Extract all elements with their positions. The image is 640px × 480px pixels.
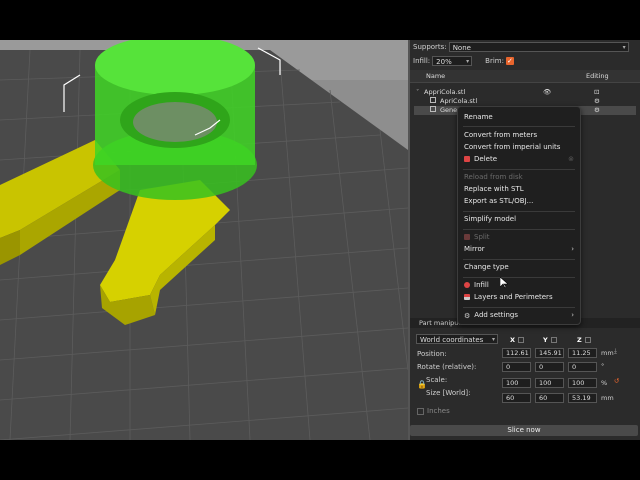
supports-select[interactable]: None ▾ — [448, 42, 629, 52]
rotate-y-input[interactable]: 0 — [535, 362, 564, 372]
axis-z: Z — [577, 336, 591, 344]
supports-row: Supports: None ▾ — [413, 42, 629, 52]
object-list-header: Name Editing — [410, 70, 640, 83]
gear-icon: ⚙ — [464, 312, 471, 320]
mouse-cursor-icon — [500, 277, 508, 289]
object-row[interactable]: ˅ AppriCola.stl 👁 ⊡ — [414, 88, 636, 97]
supports-label: Supports: — [413, 43, 447, 51]
menu-separator — [463, 307, 575, 308]
menu-item-label: Infill — [474, 281, 489, 289]
edit-icon[interactable]: ⊡ — [594, 88, 599, 96]
inches-checkbox[interactable] — [417, 407, 424, 415]
menu-item-convert-meters[interactable]: Convert from meters — [458, 130, 580, 141]
infill-select[interactable]: 20% ▾ — [432, 56, 473, 66]
settings-icon[interactable]: ⚙ — [594, 106, 600, 114]
menu-separator — [463, 169, 575, 170]
menu-separator — [463, 277, 575, 278]
object-label: AppriCola.stl — [424, 88, 466, 96]
inches-label: Inches — [427, 407, 450, 415]
menu-item-replace-stl[interactable]: Replace with STL — [458, 184, 580, 195]
axis-y: Y — [543, 336, 557, 344]
bed-scene — [0, 40, 408, 440]
infill-icon — [464, 282, 470, 288]
infill-value: 20% — [436, 58, 452, 66]
position-label: Position: — [417, 350, 447, 358]
menu-separator — [463, 211, 575, 212]
scale-unit: % — [601, 379, 608, 387]
rotate-x-input[interactable]: 0 — [502, 362, 531, 372]
menu-separator — [463, 259, 575, 260]
menu-item-mirror[interactable]: Mirror › — [458, 244, 580, 255]
object-row[interactable]: ApriCola.stl ⚙ — [414, 97, 636, 106]
expand-chevron-icon[interactable]: ˅ — [416, 88, 419, 96]
chevron-right-icon: › — [571, 311, 574, 319]
settings-icon[interactable]: ⚙ — [594, 97, 600, 105]
3d-viewport[interactable] — [0, 40, 408, 440]
position-y-input[interactable]: 145.91 — [535, 348, 564, 358]
scale-z-input[interactable]: 100 — [568, 378, 597, 388]
menu-item-label: Add settings — [474, 311, 518, 319]
menu-item-export[interactable]: Export as STL/OBJ... — [458, 196, 580, 207]
column-editing[interactable]: Editing — [586, 72, 609, 80]
position-x-input[interactable]: 112.61 — [502, 348, 531, 358]
reset-scale-icon[interactable]: ↺ — [614, 377, 619, 385]
context-menu: Rename Convert from meters Convert from … — [457, 106, 581, 325]
eye-icon[interactable]: 👁 — [543, 88, 551, 96]
menu-item-label: Mirror — [464, 245, 485, 253]
position-z-input[interactable]: 11.25 — [568, 348, 597, 358]
axis-x: X — [510, 336, 525, 344]
menu-item-layers-perimeters[interactable]: Layers and Perimeters — [458, 292, 580, 303]
trash-icon — [464, 156, 470, 162]
size-z-input[interactable]: 53.19 — [568, 393, 597, 403]
part-icon — [430, 97, 436, 103]
part-icon — [430, 106, 436, 112]
drop-to-bed-icon[interactable]: ⤓ — [614, 347, 617, 356]
chevron-right-icon: › — [571, 245, 574, 253]
menu-separator — [463, 126, 575, 127]
menu-item-delete[interactable]: Delete ⊗ — [458, 154, 580, 165]
menu-item-infill[interactable]: Infill — [458, 280, 580, 291]
chevron-down-icon: ▾ — [622, 44, 626, 51]
part-label: Gene — [440, 106, 458, 114]
coordinates-select[interactable]: World coordinates ▾ — [416, 334, 498, 344]
rotate-z-input[interactable]: 0 — [568, 362, 597, 372]
size-unit: mm — [601, 394, 614, 402]
menu-item-simplify[interactable]: Simplify model — [458, 214, 580, 225]
menu-item-split: Split — [458, 232, 580, 243]
menu-item-change-type[interactable]: Change type — [458, 262, 580, 273]
layers-icon — [464, 294, 470, 300]
chevron-down-icon: ▾ — [466, 58, 470, 65]
size-y-input[interactable]: 60 — [535, 393, 564, 403]
inches-row: Inches — [417, 407, 450, 415]
size-label: Size [World]: — [426, 389, 471, 397]
scale-y-input[interactable]: 100 — [535, 378, 564, 388]
shortcut-icon: ⊗ — [568, 155, 574, 163]
menu-separator — [463, 229, 575, 230]
menu-item-add-settings[interactable]: ⚙ Add settings › — [458, 310, 580, 321]
coordinates-value: World coordinates — [420, 336, 484, 344]
slice-now-button[interactable]: Slice now — [410, 425, 638, 436]
rotate-label: Rotate (relative): — [417, 363, 477, 371]
column-name[interactable]: Name — [426, 72, 445, 80]
infill-row: Infill: 20% ▾ Brim: ✓ — [413, 56, 514, 66]
brim-label: Brim: — [485, 57, 504, 65]
size-x-input[interactable]: 60 — [502, 393, 531, 403]
menu-item-convert-imperial[interactable]: Convert from imperial units — [458, 142, 580, 153]
supports-value: None — [452, 44, 471, 52]
scale-x-input[interactable]: 100 — [502, 378, 531, 388]
menu-item-label: Delete — [474, 155, 497, 163]
rotate-unit: ° — [601, 362, 605, 370]
menu-item-rename[interactable]: Rename — [458, 112, 580, 123]
part-label: ApriCola.stl — [440, 97, 478, 105]
infill-label: Infill: — [413, 57, 431, 65]
menu-item-label: Layers and Perimeters — [474, 293, 553, 301]
menu-item-reload-disk: Reload from disk — [464, 173, 523, 181]
split-icon — [464, 234, 470, 240]
scale-label: Scale: — [426, 376, 448, 384]
chevron-down-icon: ▾ — [491, 336, 495, 343]
app-window: Supports: None ▾ Infill: 20% ▾ Brim: ✓ N… — [0, 40, 640, 440]
position-unit: mm — [601, 349, 614, 357]
menu-item-label: Split — [474, 233, 490, 241]
brim-checkbox[interactable]: ✓ — [505, 57, 514, 65]
